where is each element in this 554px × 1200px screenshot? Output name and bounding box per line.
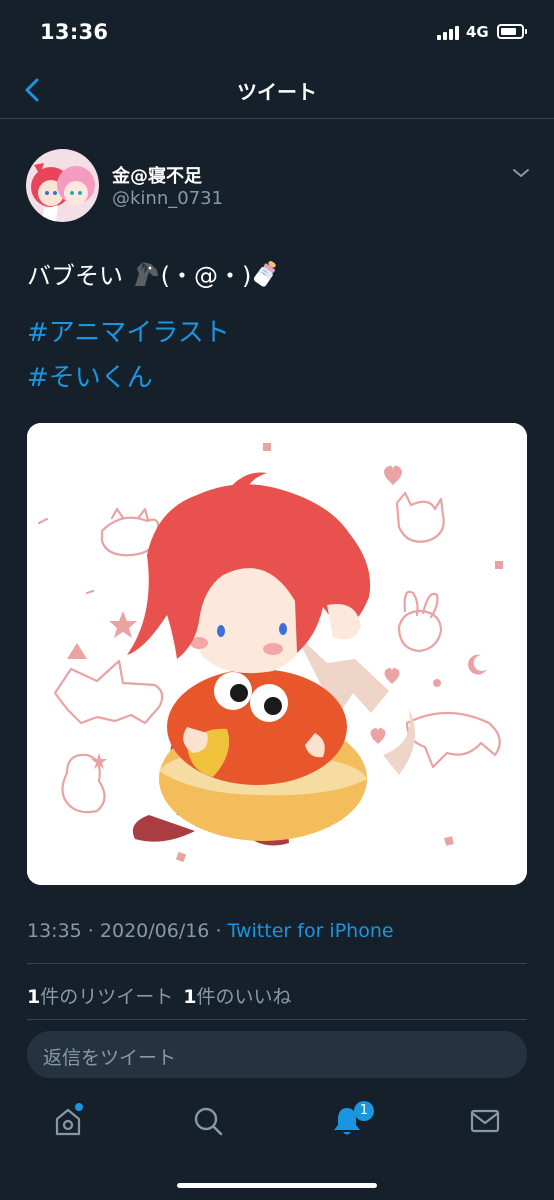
tweet-source-link[interactable]: Twitter for iPhone (228, 920, 394, 942)
avatar[interactable] (26, 149, 99, 222)
status-bar: 13:36 4G (0, 0, 554, 62)
tweet-time: 13:35 (27, 920, 82, 942)
status-time: 13:36 (40, 20, 109, 44)
display-name[interactable]: 金@寝不足 (112, 162, 202, 188)
home-indicator (177, 1183, 377, 1188)
tweet-text-face: (・@・) (160, 262, 252, 290)
tab-messages[interactable] (468, 1104, 502, 1138)
likes-count: 1 (183, 986, 197, 1008)
user-handle[interactable]: @kinn_0731 (112, 188, 223, 209)
nav-bar: ツイート (0, 62, 554, 119)
tweet-text: バブそい (・@・) (27, 258, 281, 291)
tweet-date: 2020/06/16 (99, 920, 210, 942)
tweet-stats: 1件のリツイート 1件のいいね (27, 982, 292, 1009)
divider (27, 1019, 527, 1020)
retweets-label: 件のリツイート (40, 986, 174, 1008)
divider (27, 963, 527, 964)
home-new-indicator (75, 1103, 83, 1111)
retweets-stat[interactable]: 1件のリツイート (27, 986, 173, 1008)
retweets-count: 1 (27, 986, 41, 1008)
search-icon (194, 1107, 223, 1136)
chevron-down-icon (513, 169, 529, 177)
tweet-timestamp: 13:35 · 2020/06/16 · Twitter for iPhone (27, 920, 394, 942)
mail-icon (470, 1109, 500, 1133)
horse-emoji-icon (134, 262, 158, 286)
notifications-badge: 1 (354, 1101, 374, 1121)
reply-input[interactable]: 返信をツイート (27, 1031, 527, 1078)
page-title: ツイート (237, 80, 317, 104)
network-type: 4G (466, 23, 489, 41)
meta-separator: · (209, 920, 228, 942)
baby-bottle-emoji-icon (254, 261, 277, 287)
tweet-text-prefix: バブそい (27, 262, 131, 290)
more-options-button[interactable] (509, 163, 533, 183)
likes-label: 件のいいね (196, 986, 292, 1008)
meta-separator: · (81, 920, 100, 942)
hashtag-link[interactable]: #アニマイラスト (27, 312, 230, 349)
signal-icon (437, 26, 463, 40)
tab-search[interactable] (191, 1104, 225, 1138)
tweet-image[interactable] (27, 423, 527, 885)
hashtag-link[interactable]: #そいくん (27, 357, 153, 394)
battery-icon (497, 24, 527, 39)
reply-placeholder: 返信をツイート (43, 1047, 177, 1069)
likes-stat[interactable]: 1件のいいね (183, 986, 291, 1008)
